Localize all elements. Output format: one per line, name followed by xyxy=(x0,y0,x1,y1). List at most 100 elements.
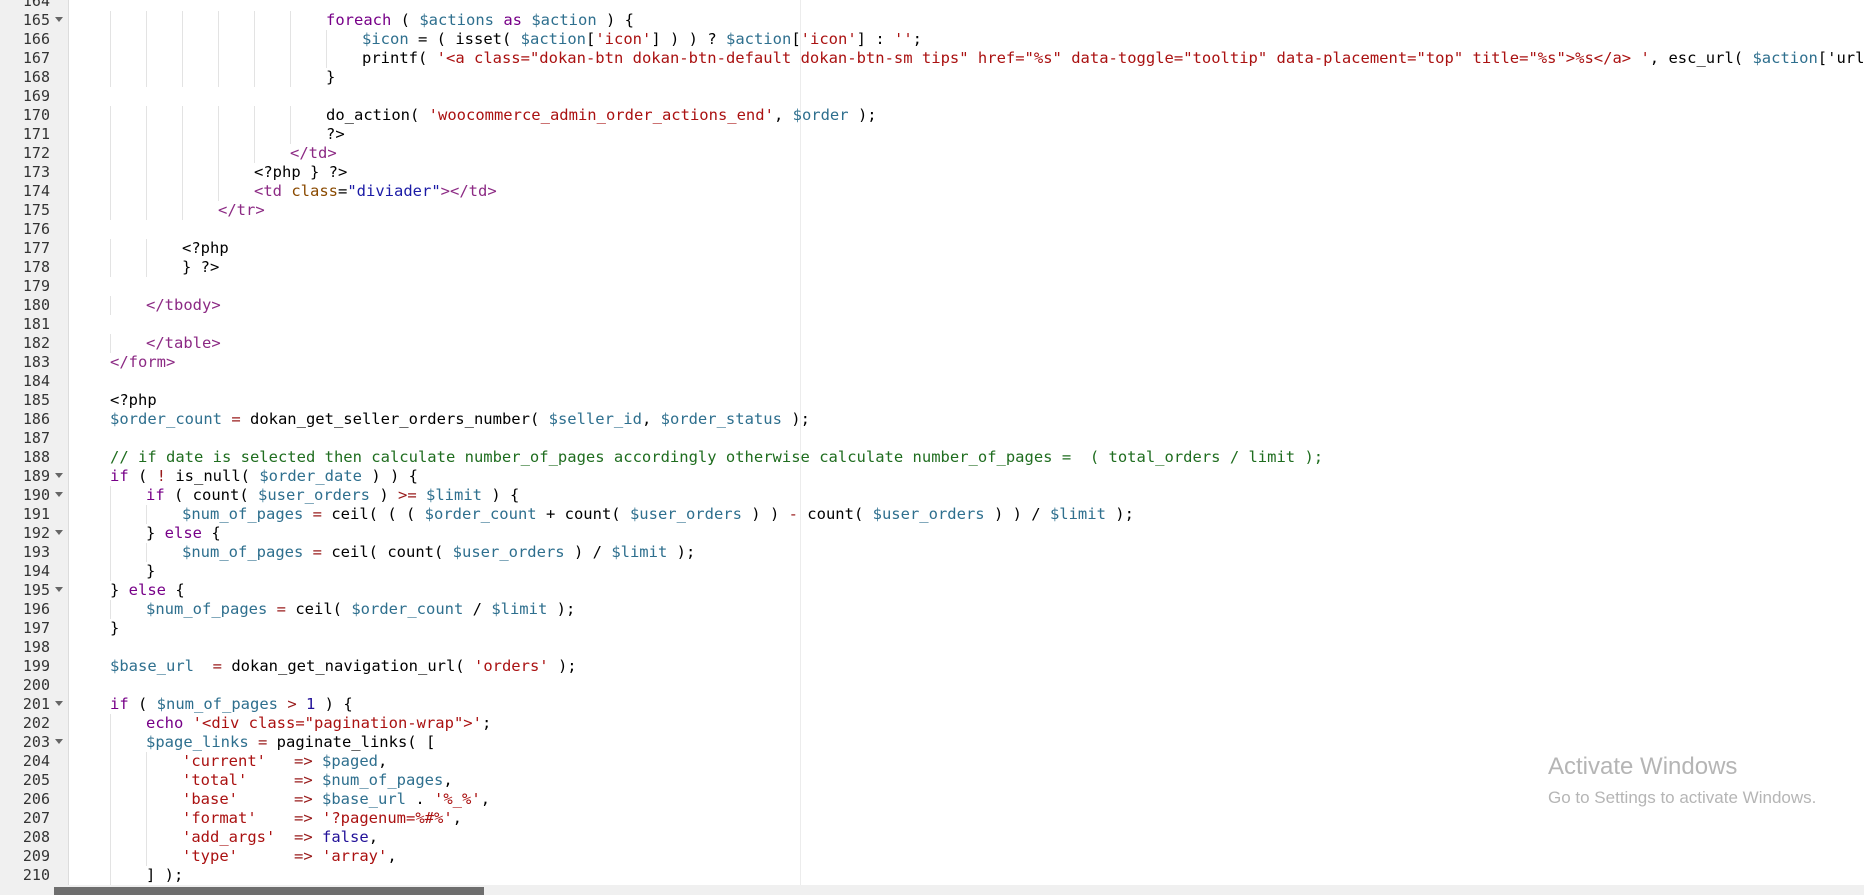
code-line[interactable]: 178} ?> xyxy=(0,258,1864,277)
code-text: do_action( 'woocommerce_admin_order_acti… xyxy=(326,106,877,125)
code-line[interactable]: 209 'type' => 'array', xyxy=(0,847,1864,866)
code-line[interactable]: 197} xyxy=(0,619,1864,638)
code-token: ( xyxy=(128,467,157,485)
code-line[interactable]: 201 if ( $num_of_pages > 1 ) { xyxy=(0,695,1864,714)
code-token: dokan_get_seller_orders_number( xyxy=(249,410,549,428)
code-token: , xyxy=(452,809,462,827)
code-line[interactable]: 200 xyxy=(0,676,1864,695)
code-line[interactable]: 174 <td class="diviader"></td> xyxy=(0,182,1864,201)
fold-toggle-icon[interactable] xyxy=(55,492,63,497)
code-line[interactable]: 180 </tbody> xyxy=(0,296,1864,315)
indent-guide xyxy=(146,163,147,182)
fold-toggle-icon[interactable] xyxy=(55,473,63,478)
code-text: <td class="diviader"></td> xyxy=(254,182,497,201)
indent-guide xyxy=(218,11,219,30)
code-token: ; xyxy=(481,714,492,732)
indent-guide xyxy=(218,144,219,163)
code-line[interactable]: 168} xyxy=(0,68,1864,87)
indent-guide xyxy=(218,49,219,68)
code-line[interactable]: 210] ); xyxy=(0,866,1864,885)
code-token: => xyxy=(294,828,313,846)
code-line[interactable]: 182 </table> xyxy=(0,334,1864,353)
code-token: $user_orders xyxy=(258,486,370,504)
code-line[interactable]: 170 do_action( 'woocommerce_admin_order_a… xyxy=(0,106,1864,125)
code-token: 'current' xyxy=(182,752,266,770)
code-line[interactable]: 195} else { xyxy=(0,581,1864,600)
fold-toggle-icon[interactable] xyxy=(55,587,63,592)
code-line[interactable]: 189 if ( ! is_null( $order_date ) ) { xyxy=(0,467,1864,486)
code-token: > xyxy=(278,695,306,713)
code-line[interactable]: 166 $icon = ( isset( $action['icon'] ) ) … xyxy=(0,30,1864,49)
code-line[interactable]: 207 'format' => '?pagenum=%#%', xyxy=(0,809,1864,828)
code-token: $page_links xyxy=(146,733,249,751)
code-line[interactable]: 164 xyxy=(0,0,1864,11)
code-token: ) ) xyxy=(741,505,789,523)
code-token: </td> xyxy=(290,144,337,162)
code-line[interactable]: 169 xyxy=(0,87,1864,106)
code-line[interactable]: 191 $num_of_pages = ceil( ( ( $order_coun… xyxy=(0,505,1864,524)
code-token: $num_of_pages xyxy=(322,771,444,789)
scrollbar-thumb[interactable] xyxy=(54,887,484,895)
code-token: 'total' xyxy=(182,771,248,789)
fold-toggle-icon[interactable] xyxy=(55,739,63,744)
code-line[interactable]: 179 xyxy=(0,277,1864,296)
code-line[interactable]: 171 ?> xyxy=(0,125,1864,144)
code-token: , xyxy=(641,410,661,428)
code-line[interactable]: 177 <?php xyxy=(0,239,1864,258)
code-line[interactable]: 190 if ( count( $user_orders ) >= $limit … xyxy=(0,486,1864,505)
line-number: 182 xyxy=(22,334,50,352)
code-line[interactable]: 176 xyxy=(0,220,1864,239)
code-line[interactable]: 181 xyxy=(0,315,1864,334)
line-number: 175 xyxy=(22,201,50,219)
code-line[interactable]: 175 </tr> xyxy=(0,201,1864,220)
code-token: = ( isset( xyxy=(408,30,521,48)
code-text: } else { xyxy=(146,524,221,543)
code-line[interactable]: 194} xyxy=(0,562,1864,581)
fold-toggle-icon[interactable] xyxy=(55,530,63,535)
code-token: ['url xyxy=(1817,49,1864,67)
code-text: ] ); xyxy=(146,866,183,885)
code-line[interactable]: 196 $num_of_pages = ceil( $order_count / … xyxy=(0,600,1864,619)
code-text: $icon = ( isset( $action['icon'] ) ) ? $… xyxy=(362,30,922,49)
code-line[interactable]: 173 <?php } ?> xyxy=(0,163,1864,182)
code-line[interactable]: 208 'add_args' => false, xyxy=(0,828,1864,847)
code-token: $num_of_pages xyxy=(182,543,304,561)
line-number: 186 xyxy=(22,410,50,428)
line-number: 205 xyxy=(22,771,50,789)
indent-guide xyxy=(146,771,147,790)
code-token: if xyxy=(110,695,129,713)
fold-toggle-icon[interactable] xyxy=(55,701,63,706)
code-token: = xyxy=(303,505,332,523)
line-number: 203 xyxy=(22,733,50,751)
line-number: 189 xyxy=(22,467,50,485)
code-line[interactable]: 183 </form> xyxy=(0,353,1864,372)
code-line[interactable]: 192 } else { xyxy=(0,524,1864,543)
code-line[interactable]: 186 $order_count = dokan_get_seller_order… xyxy=(0,410,1864,429)
code-line[interactable]: 203 $page_links = paginate_links( [ xyxy=(0,733,1864,752)
line-number: 192 xyxy=(22,524,50,542)
indent-guide xyxy=(110,486,111,505)
code-line[interactable]: 188 // if date is selected then calculate… xyxy=(0,448,1864,467)
horizontal-scrollbar[interactable] xyxy=(0,885,1864,895)
fold-toggle-icon[interactable] xyxy=(55,17,63,22)
activate-windows-watermark: Activate Windows Go to Settings to activ… xyxy=(1548,752,1816,810)
code-line[interactable]: 165 foreach ( $actions as $action ) { xyxy=(0,11,1864,30)
code-token: ( xyxy=(391,11,420,29)
code-token: ); xyxy=(781,410,810,428)
code-line[interactable]: 193 $num_of_pages = ceil( count( $user_or… xyxy=(0,543,1864,562)
code-text: $page_links = paginate_links( [ xyxy=(146,733,435,752)
code-line[interactable]: 184 xyxy=(0,372,1864,391)
code-line[interactable]: 198 xyxy=(0,638,1864,657)
indent-guide xyxy=(182,125,183,144)
code-line[interactable]: 199 $base_url = dokan_get_navigation_url(… xyxy=(0,657,1864,676)
code-line[interactable]: 202 echo '<div class="pagination-wrap">'; xyxy=(0,714,1864,733)
code-text: } ?> xyxy=(182,258,219,277)
code-line[interactable]: 187 xyxy=(0,429,1864,448)
code-line[interactable]: 172 </td> xyxy=(0,144,1864,163)
code-line[interactable]: 167 printf( '<a class="dokan-btn dokan-bt… xyxy=(0,49,1864,68)
code-line[interactable]: 185 <?php xyxy=(0,391,1864,410)
